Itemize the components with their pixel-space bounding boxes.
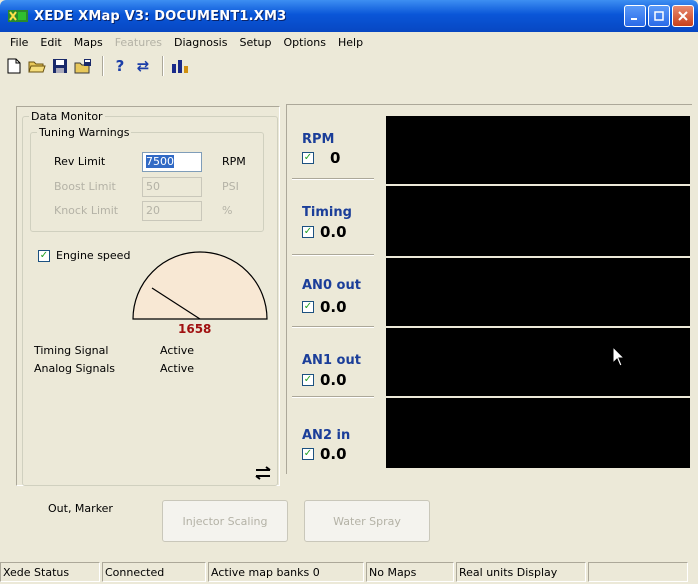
out-marker-label: Out, Marker — [48, 502, 113, 515]
minimize-button[interactable] — [624, 5, 646, 27]
boost-limit-input[interactable]: 50 — [142, 177, 202, 197]
new-document-icon[interactable] — [4, 56, 24, 76]
engine-speed-label: Engine speed — [56, 249, 131, 262]
menu-maps[interactable]: Maps — [68, 36, 109, 49]
menu-diagnosis[interactable]: Diagnosis — [168, 36, 233, 49]
data-monitor-title: Data Monitor — [29, 110, 105, 123]
channel-divider — [292, 254, 374, 256]
title-bar: XEDE XMap V3: DOCUMENT1.XM3 — [0, 0, 698, 32]
open-folder-icon[interactable] — [27, 56, 47, 76]
knock-limit-unit: % — [222, 204, 233, 217]
channel-rpm-checkbox[interactable]: ✓ — [302, 152, 314, 164]
mouse-cursor-icon — [612, 345, 626, 371]
channel-timing-checkbox[interactable]: ✓ — [302, 226, 314, 238]
rev-limit-label: Rev Limit — [54, 155, 106, 168]
app-icon — [8, 8, 28, 24]
menu-options[interactable]: Options — [278, 36, 332, 49]
rpm-scope — [386, 116, 690, 184]
an2-scope — [386, 398, 690, 468]
chart-icon[interactable] — [170, 56, 190, 76]
toolbar-separator — [102, 56, 104, 76]
rev-limit-unit: RPM — [222, 155, 246, 168]
knock-limit-label: Knock Limit — [54, 204, 119, 217]
channel-an2-label: AN2 in — [302, 428, 351, 443]
timing-signal-status: Active — [160, 344, 195, 357]
channel-an1-checkbox[interactable]: ✓ — [302, 374, 314, 386]
save-icon[interactable] — [50, 56, 70, 76]
channel-an0-label: AN0 out — [302, 278, 361, 293]
help-icon[interactable]: ? — [110, 56, 130, 76]
status-xede: Xede Status — [0, 562, 100, 582]
menu-edit[interactable]: Edit — [34, 36, 67, 49]
channel-an0-value: 0.0 — [320, 298, 347, 316]
maximize-button[interactable] — [648, 5, 670, 27]
swap-icon[interactable] — [254, 466, 272, 483]
rev-limit-input[interactable]: 7500 — [142, 152, 202, 172]
channel-an1-value: 0.0 — [320, 371, 347, 389]
engine-speed-value: 1658 — [178, 322, 212, 336]
channel-rpm-value: 0 — [330, 149, 341, 167]
channel-divider — [292, 396, 374, 398]
transfer-icon[interactable]: ⇄ — [133, 56, 153, 76]
injector-scaling-button[interactable]: Injector Scaling — [162, 500, 288, 542]
toolbar-separator — [162, 56, 164, 76]
timing-signal-label: Timing Signal — [34, 344, 109, 357]
an0-scope — [386, 258, 690, 326]
timing-scope — [386, 186, 690, 256]
an1-scope — [386, 328, 690, 396]
engine-speed-checkbox[interactable]: ✓ — [38, 250, 50, 262]
menu-file[interactable]: File — [4, 36, 34, 49]
boost-limit-label: Boost Limit — [54, 180, 116, 193]
engine-speed-gauge — [132, 251, 268, 320]
channel-timing-label: Timing — [302, 205, 352, 220]
menu-bar: File Edit Maps Features Diagnosis Setup … — [0, 32, 698, 52]
close-button[interactable] — [672, 5, 694, 27]
toolbar: ? ⇄ — [0, 52, 698, 80]
water-spray-button[interactable]: Water Spray — [304, 500, 430, 542]
status-active-map-banks: Active map banks 0 — [208, 562, 364, 582]
channel-rpm-label: RPM — [302, 132, 335, 147]
analog-signals-status: Active — [160, 362, 195, 375]
menu-setup[interactable]: Setup — [233, 36, 277, 49]
channel-divider — [292, 326, 374, 328]
channel-divider — [292, 178, 374, 180]
status-maps: No Maps — [366, 562, 454, 582]
status-connection: Connected — [102, 562, 206, 582]
channel-timing-value: 0.0 — [320, 223, 347, 241]
channel-an0-checkbox[interactable]: ✓ — [302, 301, 314, 313]
channel-an2-value: 0.0 — [320, 445, 347, 463]
window-title: XEDE XMap V3: DOCUMENT1.XM3 — [34, 8, 287, 24]
status-display-mode: Real units Display — [456, 562, 586, 582]
knock-limit-input[interactable]: 20 — [142, 201, 202, 221]
status-bar: Xede Status Connected Active map banks 0… — [0, 560, 698, 584]
channel-an2-checkbox[interactable]: ✓ — [302, 448, 314, 460]
status-extra — [588, 562, 688, 582]
channel-an1-label: AN1 out — [302, 353, 361, 368]
menu-features[interactable]: Features — [109, 36, 168, 49]
menu-help[interactable]: Help — [332, 36, 369, 49]
boost-limit-unit: PSI — [222, 180, 239, 193]
save-all-icon[interactable] — [73, 56, 93, 76]
tuning-warnings-title: Tuning Warnings — [37, 126, 132, 139]
analog-signals-label: Analog Signals — [34, 362, 116, 375]
